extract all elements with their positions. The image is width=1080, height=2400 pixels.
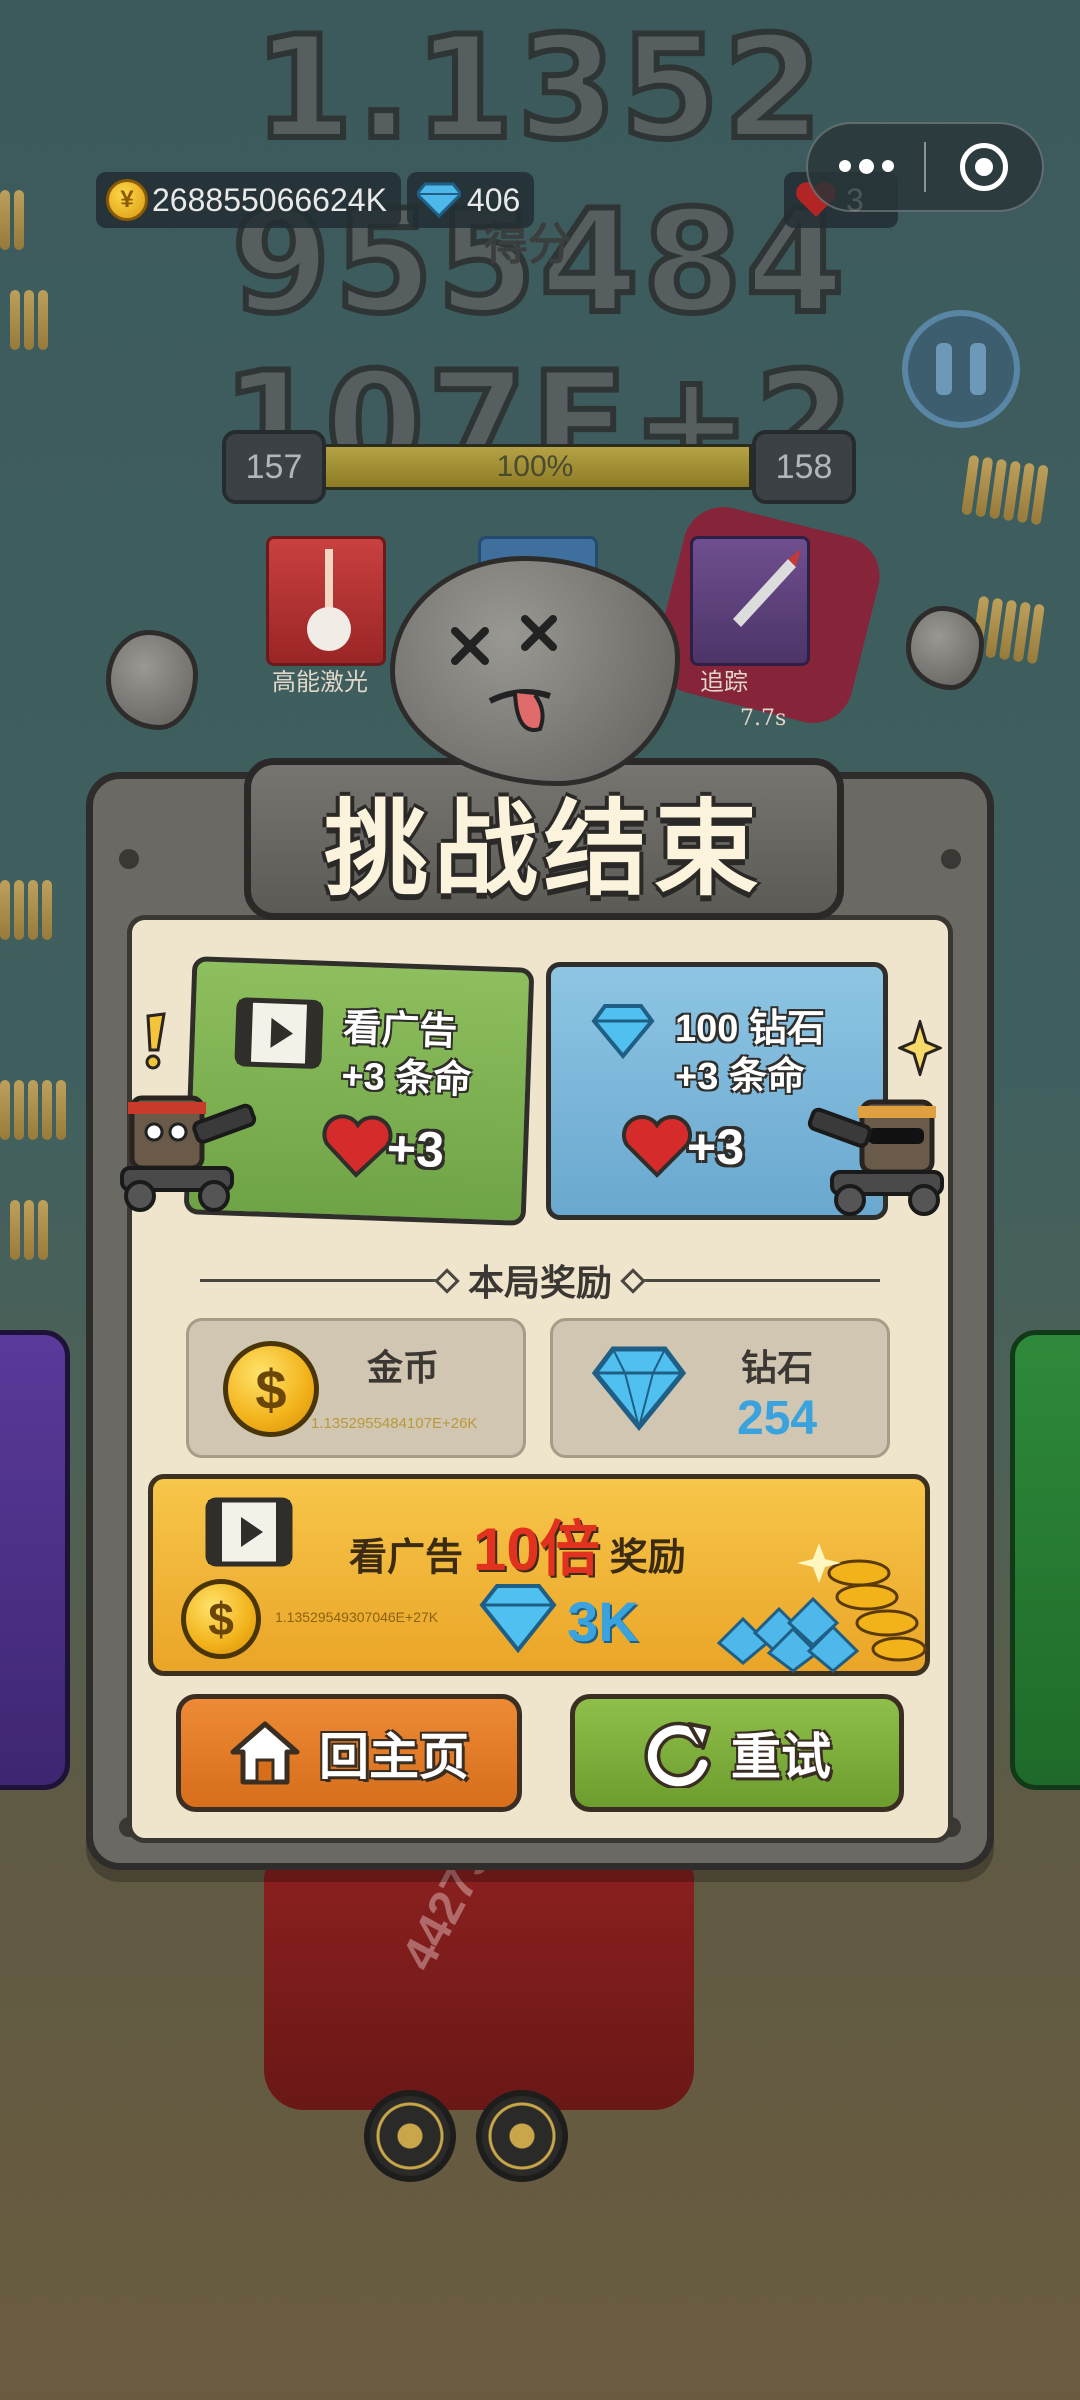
video-ad-icon (234, 997, 324, 1069)
bullet-stream-decoration (0, 1080, 66, 1140)
revive-ad-reward: +3 (320, 1114, 445, 1182)
next-level: 158 (752, 430, 856, 504)
coin-reward-value: 1.1352955484107E+26K (311, 1415, 478, 1432)
skill-tracking-label: 追踪 (700, 668, 748, 696)
ad-bonus-coin-value: 1.13529549307046E+27K (275, 1609, 439, 1625)
miniprogram-capsule (806, 122, 1044, 212)
level-progress-label: 100% (496, 450, 574, 483)
ad-bonus-multiplier: 10倍 (473, 1516, 600, 1583)
level-progress: 100% 157 158 (222, 430, 856, 504)
gem-count: 406 (466, 181, 521, 218)
gem-counter: 406 (406, 172, 535, 228)
more-dots-icon (838, 159, 894, 174)
skill-tracking[interactable] (690, 536, 810, 666)
heart-icon (621, 1115, 693, 1178)
pause-button[interactable] (902, 310, 1020, 428)
coin-icon: $ (223, 1341, 319, 1437)
coin-icon: $ (181, 1579, 261, 1659)
gem-icon (416, 182, 461, 218)
tank-mascot-right (807, 1099, 944, 1216)
ad-bonus-gem-value: 3K (567, 1590, 639, 1653)
revive-ad-line2: +3 条命 (340, 1055, 473, 1102)
rewards-section-title: 本局奖励 (468, 1262, 613, 1303)
revive-gem-reward: +3 (621, 1115, 744, 1179)
target-close-icon (959, 143, 1008, 191)
falling-rock (106, 630, 198, 730)
coin-counter: ¥ 268855066624K (96, 172, 401, 228)
side-crystal-right (1010, 1330, 1080, 1790)
coin-reward-box: $ 金币 1.1352955484107E+26K (186, 1318, 526, 1458)
missile-icon (733, 549, 801, 627)
video-ad-icon (205, 1497, 293, 1567)
defeated-rock-mascot (390, 556, 680, 786)
gem-icon (591, 1346, 687, 1431)
modal-title: 挑战结束 (323, 787, 764, 910)
gem-reward-value: 254 (737, 1392, 818, 1445)
revive-ad-reward-value: +3 (386, 1120, 445, 1178)
tank-wheel (364, 2090, 456, 2182)
bullet-stream-decoration (961, 454, 1049, 526)
gem-reward-box: 钻石 254 (550, 1318, 890, 1458)
retry-button[interactable]: 重试 (570, 1694, 904, 1812)
sparkle-icon (898, 1020, 942, 1076)
gem-icon (591, 1004, 655, 1059)
skill-tracking-timer: 7.7s (740, 706, 787, 731)
ad-bonus-prefix: 看广告 (349, 1537, 464, 1579)
pause-icon (936, 343, 952, 395)
revive-gem-line1: 100 钻石 (675, 1008, 825, 1050)
coin-reward-label: 金币 (367, 1347, 440, 1388)
close-miniprogram-button[interactable] (926, 122, 1042, 212)
home-icon (230, 1721, 300, 1785)
revive-gem-reward-value: +3 (687, 1119, 745, 1175)
rewards-section-header: 本局奖励 (200, 1256, 881, 1304)
bullet-stream-decoration (10, 1200, 48, 1260)
coin-icon: ¥ (106, 179, 148, 221)
gem-reward-label: 钻石 (741, 1347, 814, 1388)
coin-count: 268855066624K (152, 181, 387, 218)
treasure-pile-icon (716, 1543, 927, 1673)
side-crystal-left (0, 1330, 70, 1790)
skill-laser-label: 高能激光 (272, 668, 368, 696)
tank-wheel (476, 2090, 568, 2182)
tank-mascot-left (120, 1095, 257, 1212)
gem-icon (479, 1584, 557, 1653)
current-level: 157 (222, 430, 326, 504)
dizzy-face-icon (451, 615, 557, 732)
home-button-label: 回主页 (319, 1729, 469, 1785)
retry-icon (644, 1721, 711, 1788)
laser-icon (307, 549, 351, 651)
resource-bar: ¥ 268855066624K 406 (96, 172, 535, 228)
revive-gem-line2: +3 条命 (675, 1056, 805, 1098)
home-button[interactable]: 回主页 (176, 1694, 522, 1812)
bullet-stream-decoration (0, 880, 52, 940)
more-options-button[interactable] (808, 122, 924, 212)
skill-laser[interactable] (266, 536, 386, 666)
exclamation-icon (145, 1012, 166, 1070)
ad-bonus-title: 看广告 10倍 奖励 (349, 1501, 686, 1588)
ad-bonus-suffix: 奖励 (609, 1537, 686, 1579)
retry-button-label: 重试 (731, 1729, 831, 1785)
falling-rock (906, 606, 984, 690)
ad-10x-reward-banner[interactable]: 看广告 10倍 奖励 $ 1.13529549307046E+27K 3K (148, 1474, 930, 1676)
heart-icon (322, 1114, 393, 1178)
